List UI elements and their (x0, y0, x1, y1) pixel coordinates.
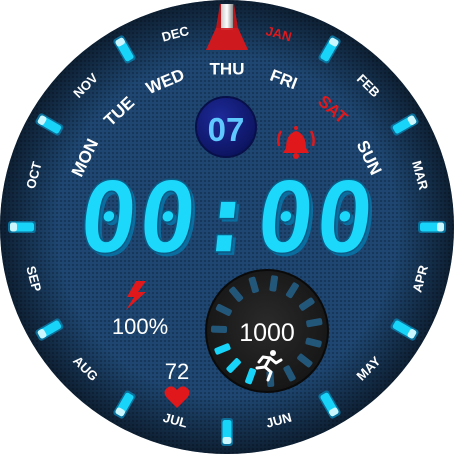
time-value: 00:00 (73, 162, 380, 276)
bezel-tick (8, 221, 36, 233)
steps-progress-segment (210, 325, 228, 334)
steps-value: 1000 (239, 319, 295, 347)
steps-complication[interactable]: 1000 (205, 269, 329, 393)
date-display: 07 (195, 96, 257, 158)
date-value: 07 (208, 111, 245, 148)
watch-face: JANFEBMARAPRMAYJUNJULAUGSEPOCTNOVDEC MON… (0, 0, 454, 454)
heart-rate-value: 72 (165, 359, 189, 384)
bezel-tick (221, 418, 233, 446)
bezel-tick (418, 221, 446, 233)
weekday-label: THU (210, 60, 245, 79)
battery-value: 100% (112, 314, 168, 339)
time-display: 00:00 00:00 (72, 161, 383, 278)
